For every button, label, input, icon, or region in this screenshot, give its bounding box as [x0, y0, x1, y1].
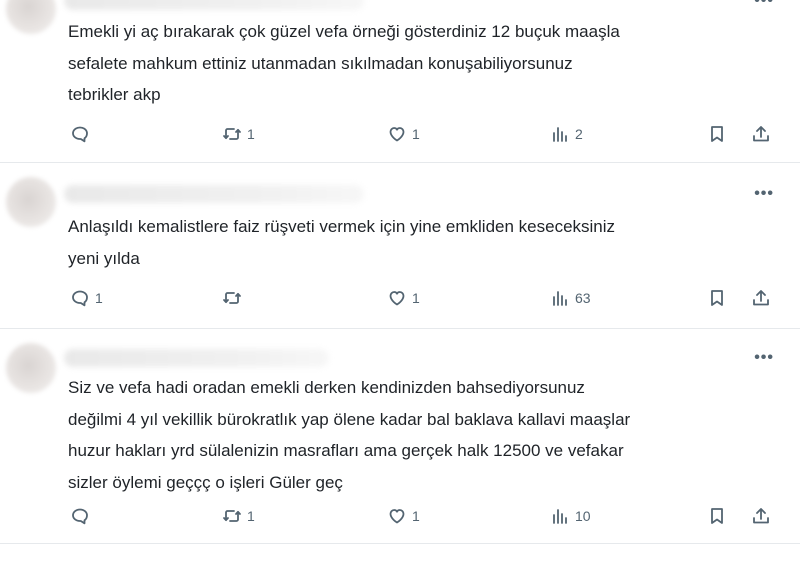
- like-count: 1: [412, 126, 420, 142]
- bookmark-icon: [711, 508, 723, 524]
- reply-2[interactable]: ••• Anlaşıldı kemalistlere faiz rüşveti …: [0, 163, 800, 329]
- more-options-icon[interactable]: •••: [754, 349, 774, 367]
- avatar[interactable]: [6, 343, 56, 393]
- reply-button[interactable]: [70, 501, 95, 531]
- retweet-icon: [223, 128, 241, 140]
- reply-count: 1: [95, 290, 103, 306]
- retweet-count: 1: [247, 508, 255, 524]
- share-button[interactable]: [751, 119, 771, 149]
- retweet-button[interactable]: 1: [222, 501, 255, 531]
- bookmark-button[interactable]: [707, 119, 727, 149]
- reply-button[interactable]: 1: [70, 283, 103, 313]
- action-bar: 1 1 10: [0, 501, 800, 531]
- views-bar-chart-icon: [553, 127, 567, 142]
- share-upload-icon: [753, 126, 769, 142]
- retweet-icon: [223, 510, 241, 522]
- blurred-username: [64, 0, 364, 10]
- like-button[interactable]: 1: [387, 501, 420, 531]
- share-upload-icon: [753, 508, 769, 524]
- reply-text: Emekli yi aç bırakarak çok güzel vefa ör…: [68, 22, 620, 104]
- reply-1[interactable]: ••• Emekli yi aç bırakarak çok güzel vef…: [0, 0, 800, 163]
- reply-bubble-icon: [72, 126, 88, 143]
- share-button[interactable]: [751, 283, 771, 313]
- heart-icon: [389, 509, 405, 524]
- like-count: 1: [412, 290, 420, 306]
- blurred-username: [64, 349, 329, 367]
- avatar[interactable]: [6, 0, 56, 34]
- heart-icon: [389, 127, 405, 142]
- retweet-count: 1: [247, 126, 255, 142]
- retweet-button[interactable]: [222, 283, 247, 313]
- action-bar: 1 1 2: [0, 119, 800, 149]
- retweet-button[interactable]: 1: [222, 119, 255, 149]
- reply-bubble-icon: [72, 508, 88, 525]
- like-count: 1: [412, 508, 420, 524]
- share-upload-icon: [753, 290, 769, 306]
- views-button[interactable]: 63: [550, 283, 591, 313]
- reply-bubble-icon: [72, 290, 88, 307]
- view-count: 63: [575, 290, 591, 306]
- reply-button[interactable]: [70, 119, 95, 149]
- heart-icon: [389, 291, 405, 306]
- action-bar: 1 1 63: [0, 283, 800, 313]
- like-button[interactable]: 1: [387, 283, 420, 313]
- reply-text: Anlaşıldı kemalistlere faiz rüşveti verm…: [68, 217, 616, 268]
- avatar[interactable]: [6, 177, 56, 227]
- share-button[interactable]: [751, 501, 771, 531]
- reply-3[interactable]: ••• Siz ve vefa hadi oradan emekli derke…: [0, 329, 800, 544]
- bookmark-button[interactable]: [707, 501, 727, 531]
- view-count: 2: [575, 126, 583, 142]
- more-options-icon[interactable]: •••: [754, 0, 774, 10]
- blurred-username: [64, 185, 364, 203]
- view-count: 10: [575, 508, 591, 524]
- bookmark-icon: [711, 290, 723, 306]
- more-options-icon[interactable]: •••: [754, 185, 774, 203]
- bookmark-button[interactable]: [707, 283, 727, 313]
- views-bar-chart-icon: [553, 509, 567, 524]
- retweet-icon: [223, 292, 241, 304]
- views-bar-chart-icon: [553, 291, 567, 306]
- bookmark-icon: [711, 126, 723, 142]
- reply-text: Siz ve vefa hadi oradan emekli derken ke…: [68, 378, 631, 492]
- views-button[interactable]: 2: [550, 119, 583, 149]
- views-button[interactable]: 10: [550, 501, 591, 531]
- like-button[interactable]: 1: [387, 119, 420, 149]
